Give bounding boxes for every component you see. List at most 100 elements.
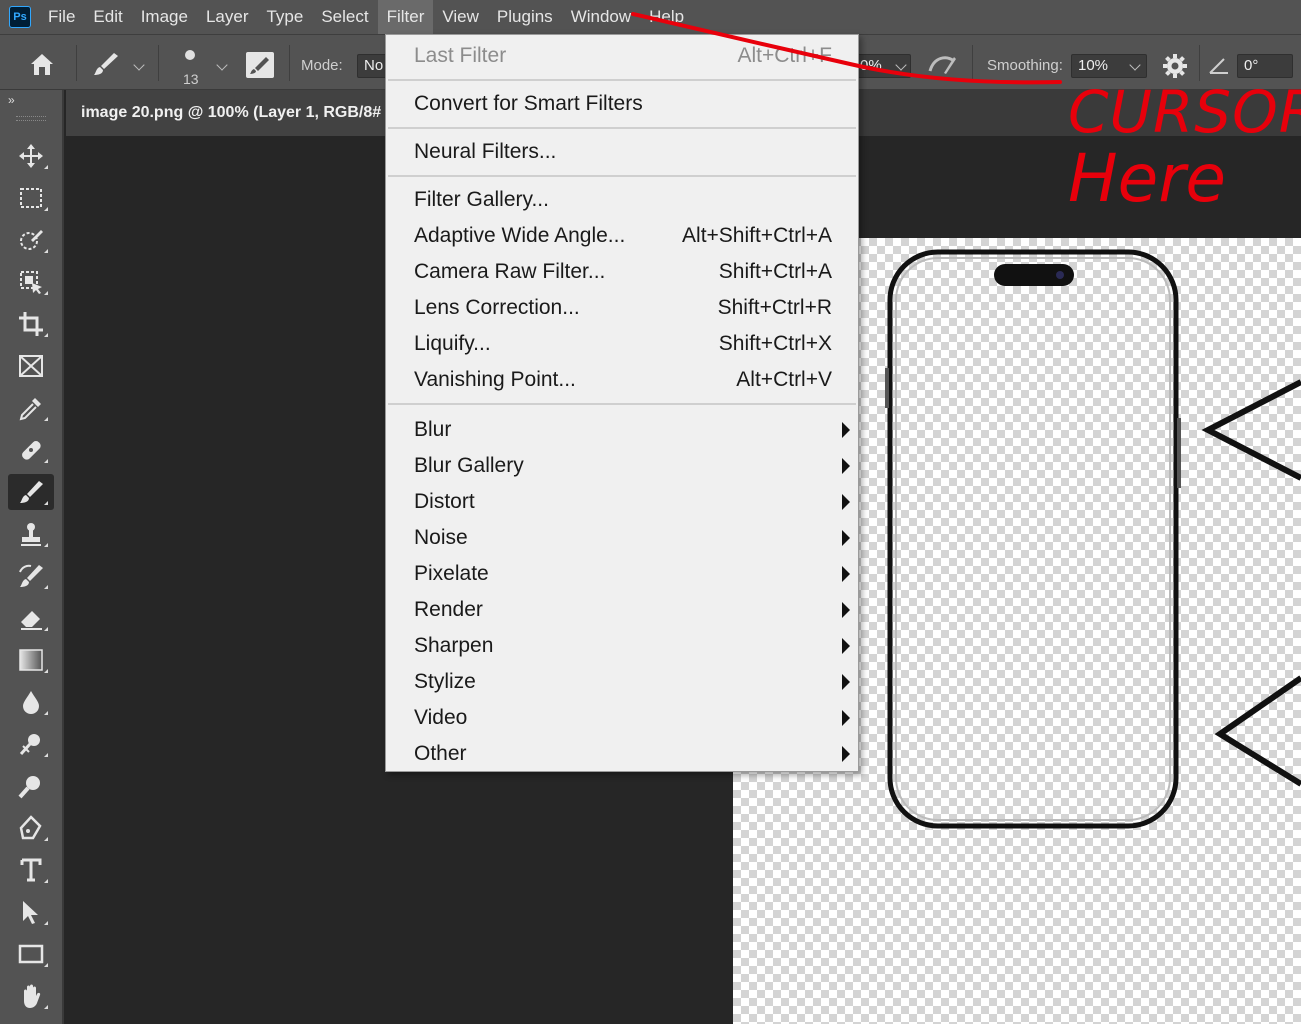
menu-item-label: Noise bbox=[414, 526, 468, 549]
bandage-icon bbox=[22, 441, 41, 460]
menu-item-label: Distort bbox=[414, 490, 475, 513]
menu-item-label: Last Filter bbox=[414, 44, 507, 67]
menu-item-last-filter[interactable]: Last Filter Alt+Ctrl+F bbox=[386, 39, 858, 75]
document-tab[interactable]: image 20.png @ 100% (Layer 1, RGB/8# bbox=[66, 90, 386, 136]
brush-angle-field[interactable]: 0° bbox=[1237, 54, 1293, 78]
mode-dropdown[interactable]: No bbox=[357, 54, 387, 78]
menu-item-shortcut: Shift+Ctrl+A bbox=[718, 260, 832, 283]
home-icon[interactable] bbox=[28, 51, 56, 82]
menu-item-label: Stylize bbox=[414, 670, 476, 693]
hand-tool[interactable] bbox=[8, 978, 54, 1014]
menu-item-vanishing-point[interactable]: Vanishing Point... Alt+Ctrl+V bbox=[386, 363, 858, 399]
menu-item-shortcut: Shift+Ctrl+X bbox=[718, 332, 832, 355]
history-brush-tool[interactable] bbox=[8, 558, 54, 594]
menu-layer[interactable]: Layer bbox=[197, 0, 258, 34]
rectangular-marquee-tool[interactable] bbox=[8, 180, 54, 216]
menu-select[interactable]: Select bbox=[312, 0, 377, 34]
brush-settings-chevron-icon[interactable] bbox=[216, 59, 228, 71]
spot-healing-brush-tool[interactable] bbox=[8, 432, 54, 468]
type-tool[interactable] bbox=[8, 852, 54, 888]
brush-tool[interactable] bbox=[8, 474, 54, 510]
menu-item-label: Sharpen bbox=[414, 634, 494, 657]
pen-icon bbox=[19, 815, 42, 840]
menu-item-label: Other bbox=[414, 742, 467, 765]
menu-item-label: Convert for Smart Filters bbox=[414, 92, 643, 115]
menu-item-label: Pixelate bbox=[414, 562, 489, 585]
menu-plugins[interactable]: Plugins bbox=[488, 0, 562, 34]
arrow-cursor-icon bbox=[23, 901, 38, 924]
path-selection-tool[interactable] bbox=[8, 894, 54, 930]
clone-stamp-tool[interactable] bbox=[8, 516, 54, 552]
menu-item-label: Adaptive Wide Angle... bbox=[414, 224, 626, 247]
menu-item-sharpen[interactable]: Sharpen bbox=[386, 629, 858, 665]
menu-help[interactable]: Help bbox=[640, 0, 693, 34]
menu-item-blur-gallery[interactable]: Blur Gallery bbox=[386, 449, 858, 485]
gradient-icon bbox=[19, 649, 43, 671]
menu-item-label: Neural Filters... bbox=[414, 140, 557, 163]
pen-tool[interactable] bbox=[8, 810, 54, 846]
menu-item-adaptive-wide-angle[interactable]: Adaptive Wide Angle... Alt+Shift+Ctrl+A bbox=[386, 219, 858, 255]
menu-item-noise[interactable]: Noise bbox=[386, 521, 858, 557]
menu-item-pixelate[interactable]: Pixelate bbox=[386, 557, 858, 593]
menu-item-camera-raw-filter[interactable]: Camera Raw Filter... Shift+Ctrl+A bbox=[386, 255, 858, 291]
brush-tip-preview-icon[interactable] bbox=[185, 50, 195, 60]
menu-file[interactable]: File bbox=[39, 0, 84, 34]
eyedropper-icon bbox=[19, 398, 41, 421]
eyedropper-tool[interactable] bbox=[8, 390, 54, 426]
gradient-tool[interactable] bbox=[8, 642, 54, 678]
rectangle-tool[interactable] bbox=[8, 936, 54, 972]
magnifier-icon bbox=[18, 776, 40, 799]
menu-item-label: Filter Gallery... bbox=[414, 188, 549, 211]
object-selection-icon bbox=[20, 271, 42, 294]
menu-item-stylize[interactable]: Stylize bbox=[386, 665, 858, 701]
menu-item-blur[interactable]: Blur bbox=[386, 413, 858, 449]
panel-grip[interactable] bbox=[16, 116, 46, 121]
menu-type[interactable]: Type bbox=[257, 0, 312, 34]
zoom-tool[interactable] bbox=[8, 768, 54, 804]
menu-item-convert-smart-filters[interactable]: Convert for Smart Filters bbox=[386, 87, 858, 123]
crop-tool[interactable] bbox=[8, 306, 54, 342]
menu-item-label: Video bbox=[414, 706, 468, 729]
collapse-panel-icon[interactable]: » bbox=[8, 93, 15, 107]
menu-bar: Ps File Edit Image Layer Type Select Fil… bbox=[0, 0, 1301, 34]
quick-selection-icon bbox=[20, 230, 43, 250]
menu-item-label: Lens Correction... bbox=[414, 296, 580, 319]
menu-image[interactable]: Image bbox=[132, 0, 197, 34]
gear-icon[interactable] bbox=[1161, 52, 1189, 85]
menu-window[interactable]: Window bbox=[562, 0, 640, 34]
menu-view[interactable]: View bbox=[433, 0, 488, 34]
menu-edit[interactable]: Edit bbox=[84, 0, 131, 34]
dodge-tool[interactable] bbox=[8, 726, 54, 762]
eraser-tool[interactable] bbox=[8, 600, 54, 636]
menu-item-lens-correction[interactable]: Lens Correction... Shift+Ctrl+R bbox=[386, 291, 858, 327]
hand-icon bbox=[24, 984, 41, 1008]
submenu-arrow-icon bbox=[842, 602, 850, 618]
brush-settings-panel-icon[interactable] bbox=[246, 52, 274, 78]
stamp-icon bbox=[21, 523, 41, 546]
photoshop-logo-icon[interactable]: Ps bbox=[9, 6, 31, 28]
menu-item-label: Vanishing Point... bbox=[414, 368, 576, 391]
frame-icon bbox=[19, 355, 43, 377]
marquee-icon bbox=[20, 188, 42, 208]
airbrush-icon[interactable] bbox=[928, 51, 958, 82]
menu-item-liquify[interactable]: Liquify... Shift+Ctrl+X bbox=[386, 327, 858, 363]
menu-item-neural-filters[interactable]: Neural Filters... bbox=[386, 135, 858, 171]
brush-preset-chevron-icon[interactable] bbox=[133, 59, 145, 71]
history-brush-icon bbox=[19, 564, 43, 587]
blur-tool[interactable] bbox=[8, 684, 54, 720]
quick-selection-tool[interactable] bbox=[8, 222, 54, 258]
menu-item-distort[interactable]: Distort bbox=[386, 485, 858, 521]
filter-menu-dropdown: Last Filter Alt+Ctrl+F Convert for Smart… bbox=[385, 34, 859, 772]
menu-item-filter-gallery[interactable]: Filter Gallery... bbox=[386, 183, 858, 219]
submenu-arrow-icon bbox=[842, 638, 850, 654]
menu-item-other[interactable]: Other bbox=[386, 737, 858, 773]
brush-preset-icon[interactable] bbox=[92, 51, 120, 82]
menu-item-video[interactable]: Video bbox=[386, 701, 858, 737]
move-tool[interactable] bbox=[8, 138, 54, 174]
frame-tool[interactable] bbox=[8, 348, 54, 384]
object-selection-tool[interactable] bbox=[8, 264, 54, 300]
submenu-arrow-icon bbox=[842, 422, 850, 438]
menu-filter[interactable]: Filter bbox=[377, 0, 434, 34]
menu-item-render[interactable]: Render bbox=[386, 593, 858, 629]
menu-item-label: Blur bbox=[414, 418, 452, 441]
